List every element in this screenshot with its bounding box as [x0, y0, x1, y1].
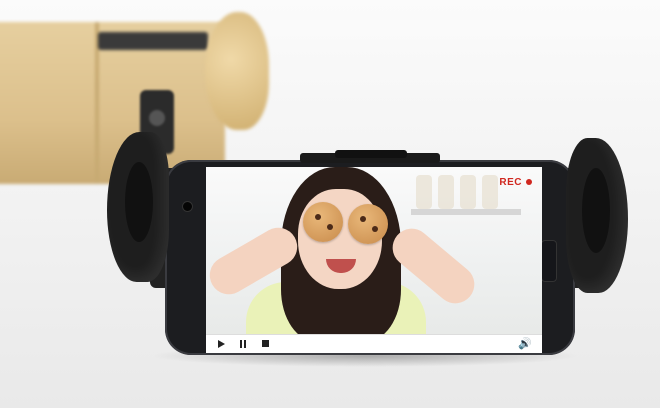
front-camera — [183, 202, 192, 211]
photo-scene: REC 🔊 — [0, 0, 660, 408]
left-rubber-ear — [107, 132, 169, 282]
volume-icon[interactable]: 🔊 — [518, 337, 532, 350]
pause-icon[interactable] — [240, 340, 246, 348]
right-rubber-ear — [566, 138, 628, 293]
jar — [416, 175, 432, 209]
rec-label: REC — [499, 177, 522, 188]
clamp-button — [335, 150, 407, 158]
video-controls-bar: 🔊 — [206, 334, 542, 353]
jar — [438, 175, 454, 209]
jar — [460, 175, 476, 209]
rec-indicator: REC — [499, 177, 532, 188]
cookie-right — [348, 204, 388, 244]
jar — [482, 175, 498, 209]
cookie-left — [303, 202, 343, 242]
rec-dot-icon — [526, 179, 532, 186]
phone-side-button — [541, 240, 557, 282]
stop-icon[interactable] — [262, 340, 269, 347]
play-icon[interactable] — [218, 340, 225, 348]
background-gold-ear-accessory — [205, 12, 269, 130]
background-phone-top — [98, 32, 208, 50]
kitchen-shelf — [411, 209, 521, 215]
phone-screen: REC 🔊 — [206, 167, 542, 353]
